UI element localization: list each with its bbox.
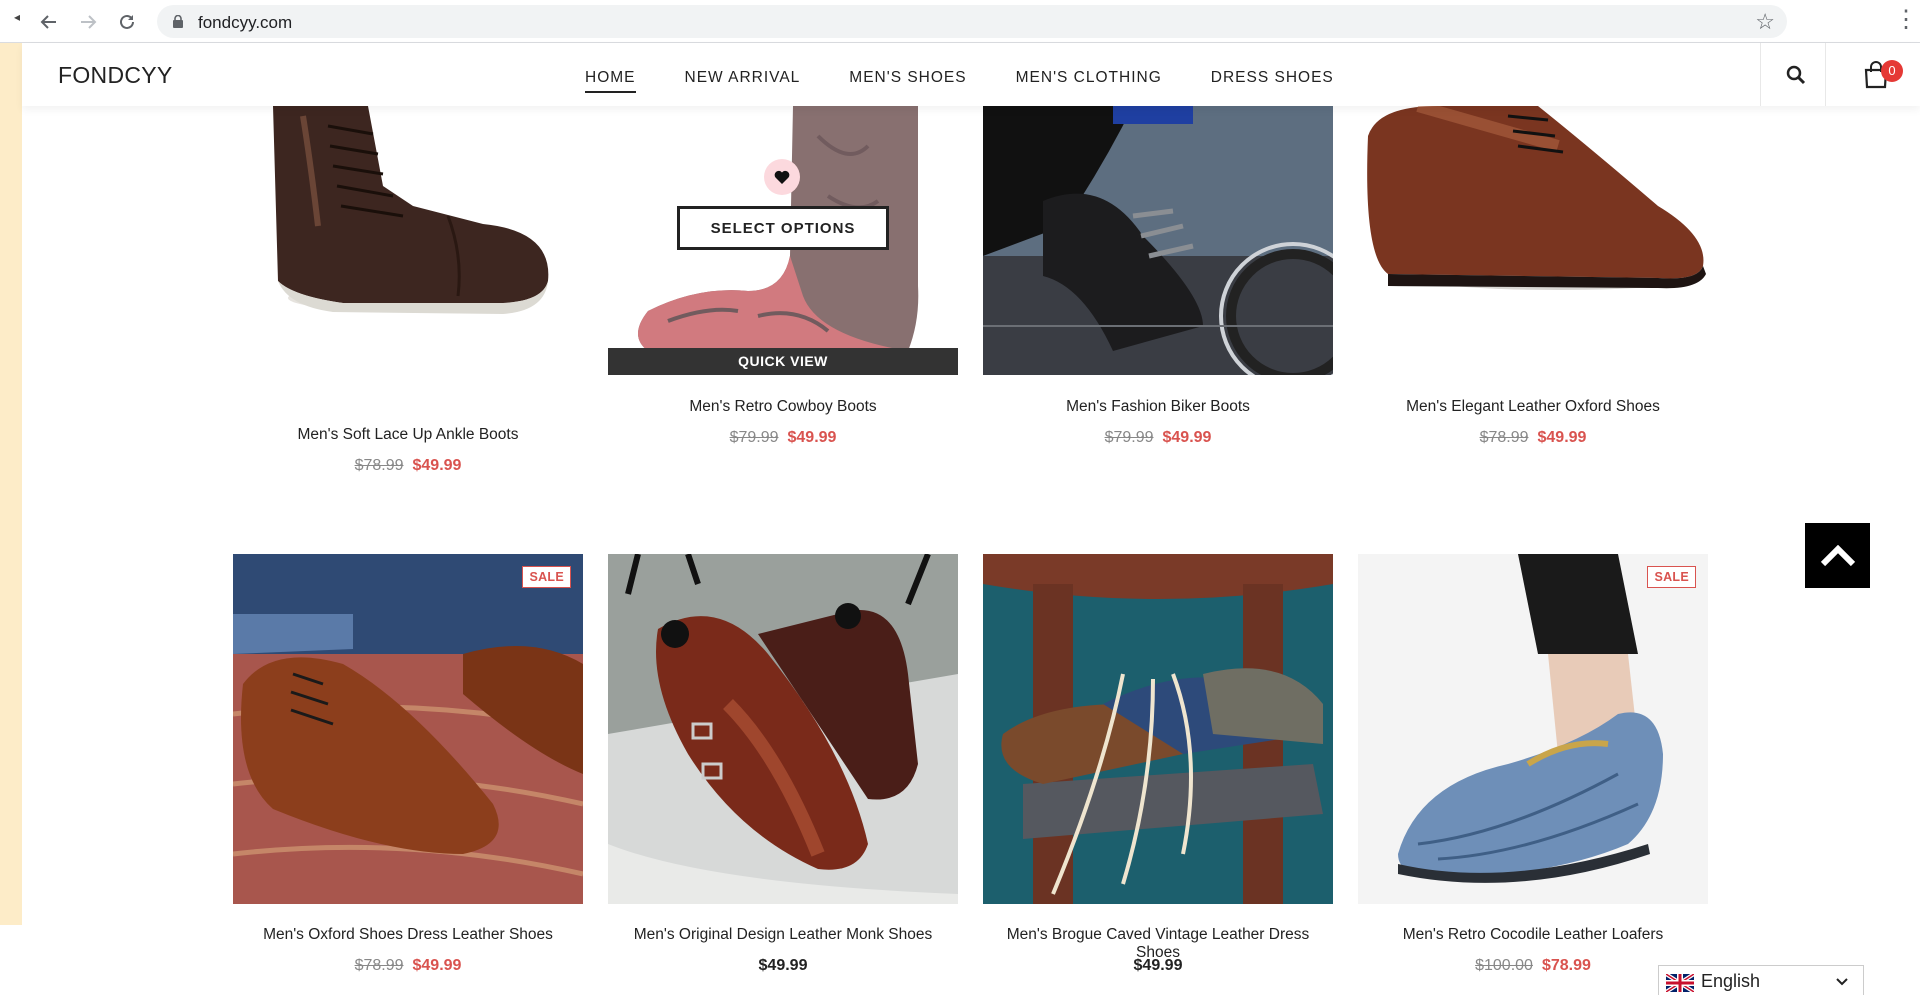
browser-toolbar: ◂ fondcyy.com ☆ ⋮ bbox=[0, 0, 1920, 43]
product-image-cowboy-boot[interactable]: SELECT OPTIONS QUICK VIEW bbox=[608, 106, 958, 375]
original-price: $78.99 bbox=[354, 957, 404, 974]
chevron-up-icon bbox=[1820, 544, 1855, 566]
side-panel-strip bbox=[0, 43, 22, 925]
product-name[interactable]: Men's Oxford Shoes Dress Leather Shoes bbox=[233, 926, 583, 944]
chevron-down-icon bbox=[1836, 978, 1848, 986]
select-options-button[interactable]: SELECT OPTIONS bbox=[677, 206, 889, 250]
wishlist-heart-icon[interactable] bbox=[764, 159, 800, 195]
price: $49.99 bbox=[758, 957, 808, 974]
product-image-oxford-dress[interactable]: SALE bbox=[233, 554, 583, 904]
uk-flag-icon bbox=[1666, 974, 1694, 992]
product-price: $79.99 $49.99 bbox=[983, 429, 1333, 447]
original-price: $79.99 bbox=[1104, 429, 1154, 446]
sale-price: $49.99 bbox=[787, 429, 837, 446]
sale-price: $49.99 bbox=[412, 457, 462, 474]
sale-price: $78.99 bbox=[1541, 957, 1591, 974]
product-name[interactable]: Men's Original Design Leather Monk Shoes bbox=[608, 926, 958, 944]
product-image-biker-boot[interactable] bbox=[983, 106, 1333, 375]
product-image-crocodile-loafer[interactable]: SALE bbox=[1358, 554, 1708, 904]
product-name[interactable]: Men's Retro Cowboy Boots bbox=[608, 398, 958, 416]
original-price: $100.00 bbox=[1475, 957, 1533, 974]
original-price: $78.99 bbox=[354, 457, 404, 474]
header-divider bbox=[1825, 43, 1826, 106]
nav-dress-shoes[interactable]: DRESS SHOES bbox=[1211, 69, 1334, 93]
product-price: $78.99 $49.99 bbox=[233, 457, 583, 475]
nav-mens-clothing[interactable]: MEN'S CLOTHING bbox=[1016, 69, 1162, 93]
lock-icon bbox=[173, 15, 183, 28]
sale-badge: SALE bbox=[522, 566, 571, 588]
product-name[interactable]: Men's Elegant Leather Oxford Shoes bbox=[1358, 398, 1708, 416]
product-price: $49.99 bbox=[608, 957, 958, 975]
cart-count-badge: 0 bbox=[1881, 60, 1903, 82]
language-selector[interactable]: English bbox=[1658, 965, 1864, 995]
forward-icon[interactable] bbox=[74, 8, 102, 36]
product-price: $79.99 $49.99 bbox=[608, 429, 958, 447]
reload-icon[interactable] bbox=[113, 8, 141, 36]
url-text: fondcyy.com bbox=[198, 13, 293, 32]
main-nav: HOME NEW ARRIVAL MEN'S SHOES MEN'S CLOTH… bbox=[585, 69, 1383, 93]
nav-new-arrival[interactable]: NEW ARRIVAL bbox=[685, 69, 801, 93]
product-price: $78.99 $49.99 bbox=[233, 957, 583, 975]
bookmark-star-icon[interactable]: ☆ bbox=[1755, 9, 1775, 35]
product-image-oxford-shoe[interactable] bbox=[1358, 106, 1708, 375]
back-icon[interactable] bbox=[35, 8, 63, 36]
tab-scroll-left-icon[interactable]: ◂ bbox=[14, 10, 20, 24]
product-image-ankle-boot[interactable] bbox=[233, 106, 583, 336]
product-price: $100.00 $78.99 bbox=[1358, 957, 1708, 975]
sale-price: $49.99 bbox=[1162, 429, 1212, 446]
quick-view-button[interactable]: QUICK VIEW bbox=[608, 348, 958, 375]
site-logo[interactable]: FONDCYY bbox=[58, 62, 173, 89]
nav-mens-shoes[interactable]: MEN'S SHOES bbox=[849, 69, 966, 93]
sale-badge: SALE bbox=[1647, 566, 1696, 588]
product-name[interactable]: Men's Fashion Biker Boots bbox=[983, 398, 1333, 416]
header-divider bbox=[1760, 43, 1761, 106]
nav-home[interactable]: HOME bbox=[585, 69, 636, 93]
site-header: FONDCYY HOME NEW ARRIVAL MEN'S SHOES MEN… bbox=[22, 43, 1920, 106]
product-name[interactable]: Men's Retro Cocodile Leather Loafers bbox=[1358, 926, 1708, 944]
product-image-monk-shoe[interactable] bbox=[608, 554, 958, 904]
browser-menu-icon[interactable]: ⋮ bbox=[1894, 8, 1918, 32]
original-price: $79.99 bbox=[729, 429, 779, 446]
search-icon[interactable] bbox=[1784, 63, 1808, 87]
price: $49.99 bbox=[1133, 957, 1183, 974]
address-bar[interactable]: fondcyy.com ☆ bbox=[157, 5, 1787, 38]
original-price: $78.99 bbox=[1479, 429, 1529, 446]
product-price: $78.99 $49.99 bbox=[1358, 429, 1708, 447]
back-to-top-button[interactable] bbox=[1805, 523, 1870, 588]
language-label: English bbox=[1701, 971, 1761, 991]
sale-price: $49.99 bbox=[412, 957, 462, 974]
sale-price: $49.99 bbox=[1537, 429, 1587, 446]
product-name[interactable]: Men's Soft Lace Up Ankle Boots bbox=[233, 426, 583, 444]
product-price: $49.99 bbox=[983, 957, 1333, 975]
product-image-brogue-shoe[interactable] bbox=[983, 554, 1333, 904]
